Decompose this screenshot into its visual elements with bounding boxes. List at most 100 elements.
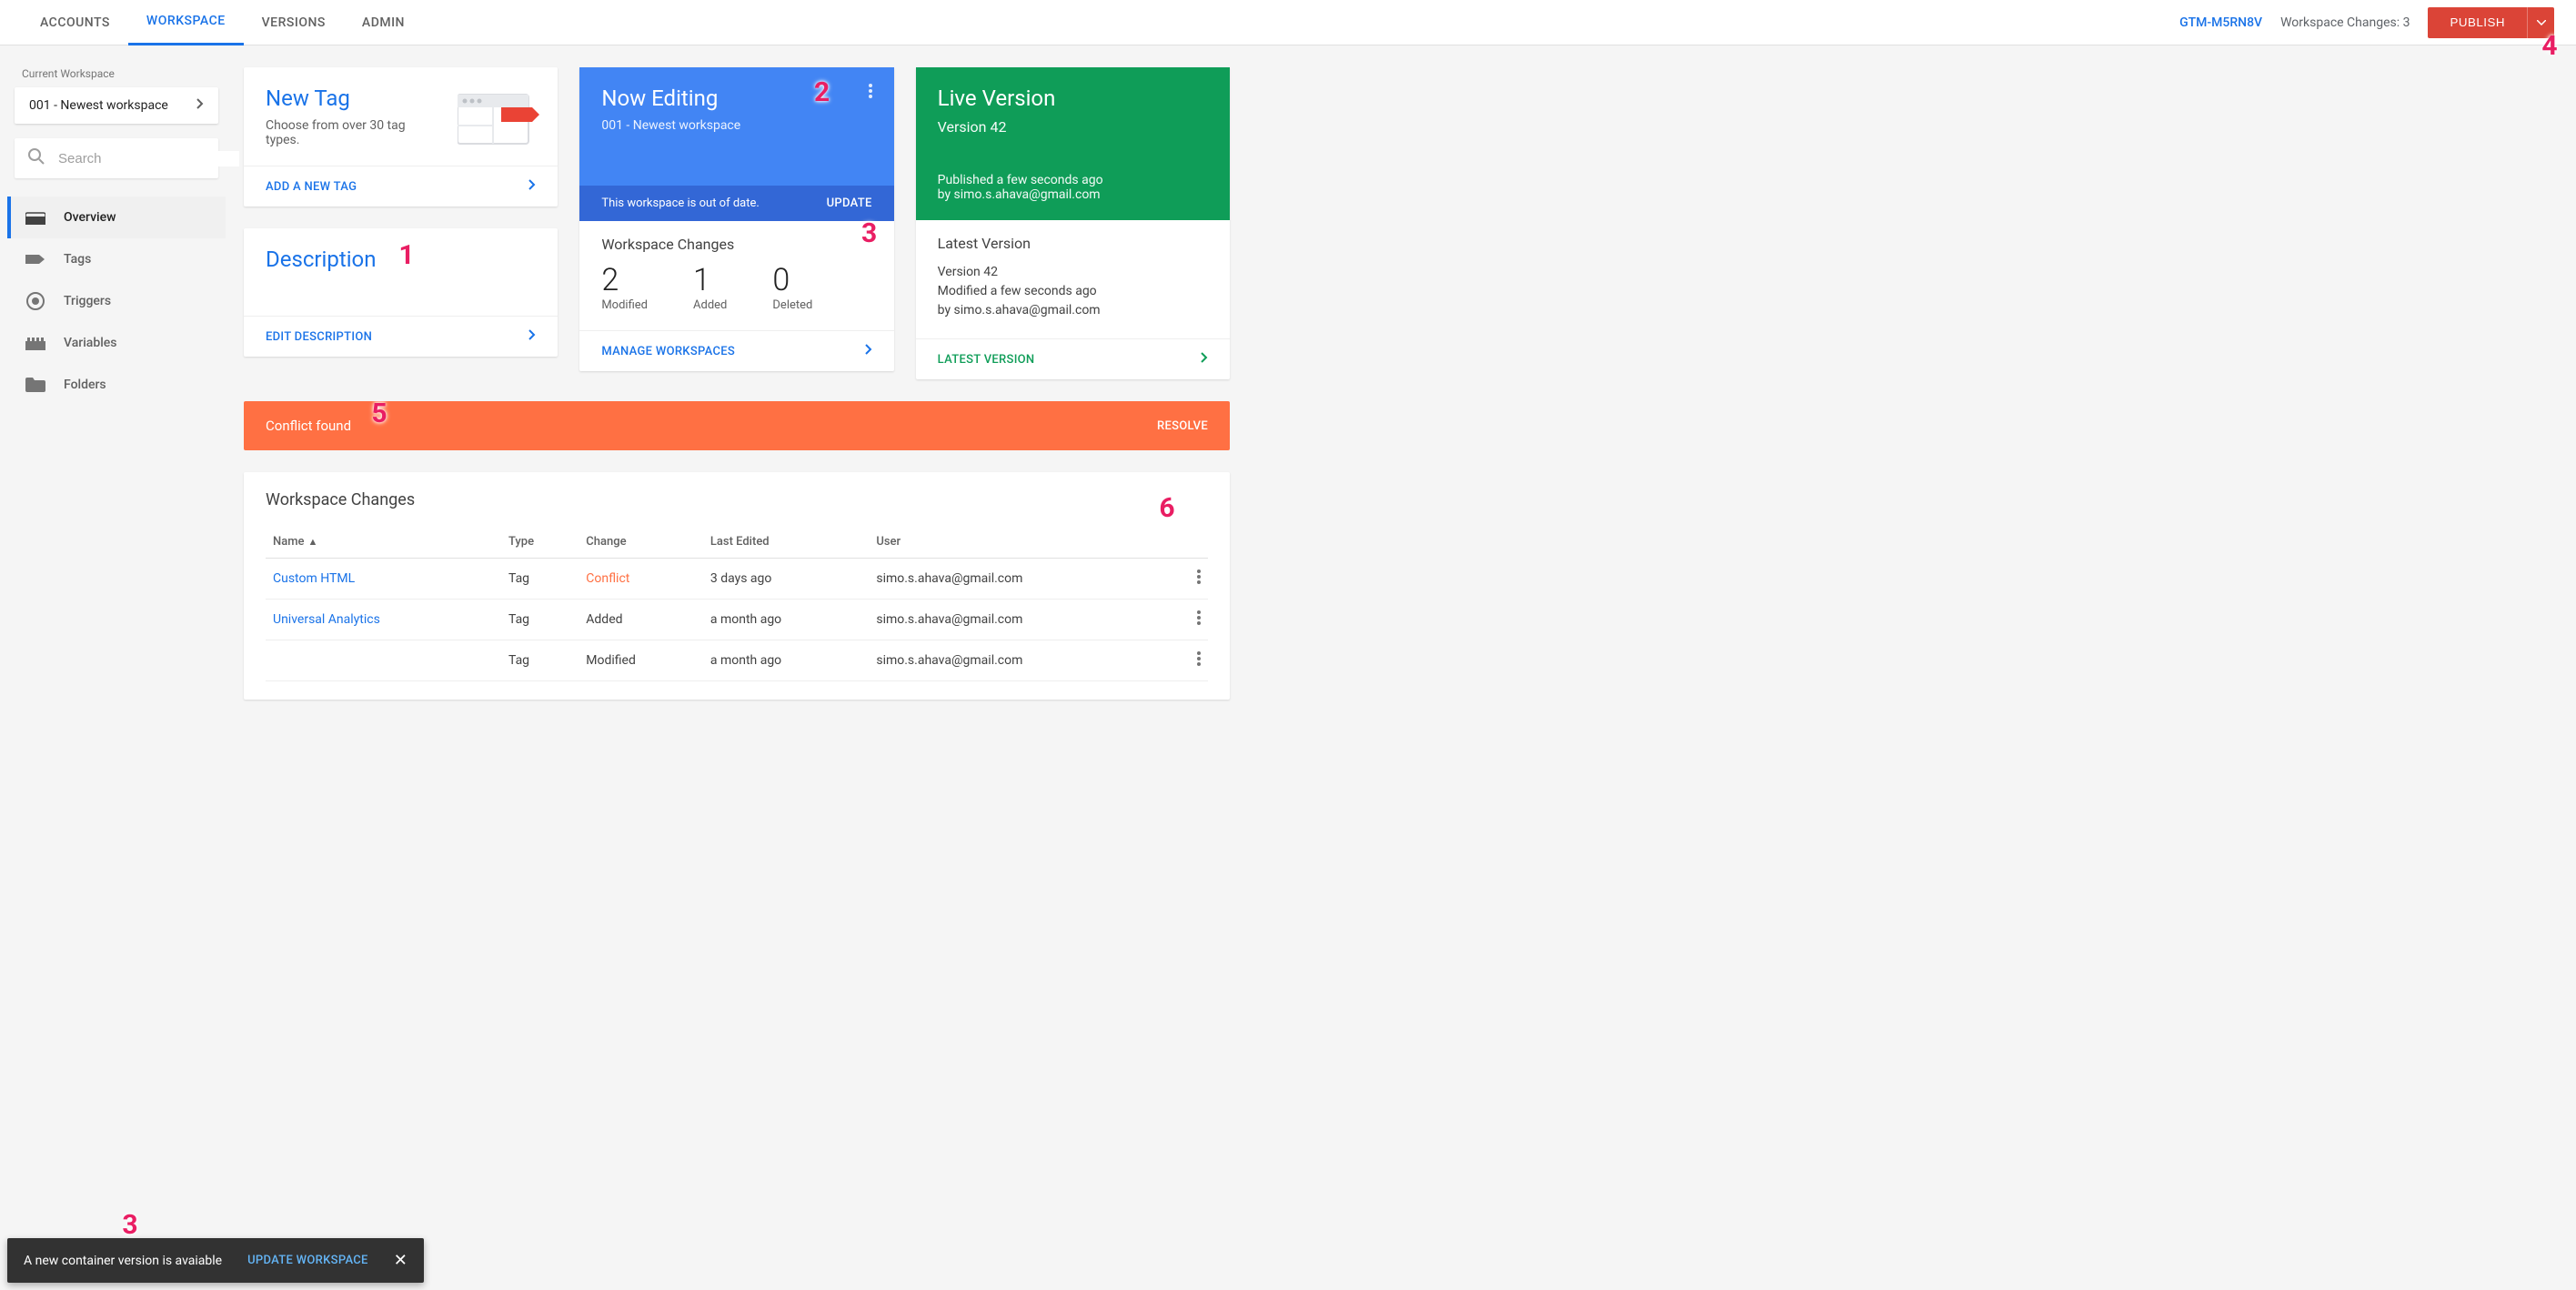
row-more-button[interactable] (1181, 559, 1208, 600)
chevron-right-icon (1201, 352, 1208, 367)
overview-icon (25, 209, 45, 226)
stat-modified-num: 2 (601, 262, 648, 298)
workspace-selector-value: 001 - Newest workspace (29, 98, 168, 113)
topnav: ACCOUNTS WORKSPACE VERSIONS ADMIN (22, 0, 423, 45)
more-vert-icon[interactable] (860, 80, 881, 102)
edit-description-button[interactable]: EDIT DESCRIPTION (244, 316, 558, 357)
conflict-banner: Conflict found RESOLVE 5 (244, 401, 1230, 450)
row-change: Conflict (579, 559, 703, 600)
sidebar-item-overview[interactable]: Overview (7, 197, 226, 238)
row-user: simo.s.ahava@gmail.com (869, 640, 1181, 681)
sidebar-label-overview: Overview (64, 210, 116, 225)
toast-update-workspace[interactable]: UPDATE WORKSPACE (247, 1254, 368, 1267)
sidebar-item-folders[interactable]: Folders (7, 364, 226, 406)
manage-workspaces-button[interactable]: MANAGE WORKSPACES (579, 330, 893, 371)
sidebar-label-variables: Variables (64, 336, 116, 350)
workspace-selector[interactable]: 001 - Newest workspace (15, 87, 218, 124)
live-version-title: Live Version (938, 86, 1208, 111)
toast-msg: A new container version is avaiable (24, 1254, 222, 1268)
table-title: Workspace Changes (266, 490, 1208, 509)
update-link[interactable]: UPDATE (827, 197, 872, 210)
row-user: simo.s.ahava@gmail.com (869, 559, 1181, 600)
resolve-button[interactable]: RESOLVE (1157, 419, 1208, 433)
stat-added-label: Added (693, 298, 727, 312)
latest-version-button[interactable]: LATEST VERSION (916, 338, 1230, 379)
conflict-msg: Conflict found (266, 418, 351, 434)
sidebar: Current Workspace 001 - Newest workspace… (0, 45, 233, 791)
sidebar-item-tags[interactable]: Tags (7, 238, 226, 280)
workspace-changes-table-card: Workspace Changes 6 Name▲ Type Change La… (244, 472, 1230, 700)
sidebar-item-triggers[interactable]: Triggers (7, 280, 226, 322)
stat-deleted-num: 0 (772, 262, 812, 298)
live-pub1: Published a few seconds ago (938, 173, 1208, 187)
row-last-edited: 3 days ago (703, 559, 869, 600)
row-name[interactable] (266, 640, 501, 681)
current-workspace-label: Current Workspace (7, 60, 226, 87)
changes-table: Name▲ Type Change Last Edited User Custo… (266, 526, 1208, 681)
col-last-edited[interactable]: Last Edited (703, 526, 869, 559)
add-new-tag-button[interactable]: ADD A NEW TAG (244, 166, 558, 207)
row-name[interactable]: Custom HTML (266, 559, 501, 600)
card-new-tag: New Tag Choose from over 30 tag types. (244, 67, 558, 207)
close-icon[interactable]: ✕ (394, 1251, 408, 1270)
row-name[interactable]: Universal Analytics (266, 600, 501, 640)
main-content: New Tag Choose from over 30 tag types. (233, 45, 1252, 791)
tab-workspace[interactable]: WORKSPACE (128, 0, 244, 45)
chevron-right-icon (196, 98, 204, 113)
publish-dropdown[interactable] (2527, 7, 2554, 38)
latest-version-heading: Latest Version (938, 235, 1208, 252)
stat-modified-label: Modified (601, 298, 648, 312)
row-more-button[interactable] (1181, 600, 1208, 640)
table-row: Custom HTMLTagConflict3 days agosimo.s.a… (266, 559, 1208, 600)
latest-v3: by simo.s.ahava@gmail.com (938, 301, 1208, 320)
row-last-edited: a month ago (703, 640, 869, 681)
card-description: Description 1 EDIT DESCRIPTION (244, 228, 558, 357)
chevron-right-icon (528, 329, 536, 344)
folder-icon (25, 377, 45, 393)
col-type[interactable]: Type (501, 526, 579, 559)
tab-admin[interactable]: ADMIN (344, 0, 423, 45)
sidebar-item-variables[interactable]: Variables (7, 322, 226, 364)
out-of-date-strip: This workspace is out of date. UPDATE (579, 186, 893, 221)
col-change[interactable]: Change (579, 526, 703, 559)
tab-versions[interactable]: VERSIONS (244, 0, 344, 45)
stat-deleted: 0 Deleted (772, 262, 812, 312)
card-live-version: Live Version Version 42 Published a few … (916, 67, 1230, 379)
out-of-date-msg: This workspace is out of date. (601, 197, 759, 210)
col-name[interactable]: Name▲ (266, 526, 501, 559)
tab-accounts[interactable]: ACCOUNTS (22, 0, 128, 45)
now-editing-sub: 001 - Newest workspace (601, 118, 871, 133)
annotation-3b: 3 (113, 1207, 147, 1242)
row-change: Added (579, 600, 703, 640)
row-change: Modified (579, 640, 703, 681)
variables-icon (25, 335, 45, 351)
more-vert-icon (1197, 610, 1201, 625)
search-icon (27, 147, 45, 169)
topbar-right: GTM-M5RN8V Workspace Changes: 3 PUBLISH … (2179, 7, 2554, 38)
row-more-button[interactable] (1181, 640, 1208, 681)
more-vert-icon (1197, 651, 1201, 666)
publish-button[interactable]: PUBLISH (2428, 7, 2527, 38)
latest-v2: Modified a few seconds ago (938, 282, 1208, 301)
toast-new-version: A new container version is avaiable UPDA… (7, 1238, 424, 1283)
triggers-icon (25, 293, 45, 309)
sidebar-nav: Overview Tags Triggers Variables (7, 197, 226, 406)
sidebar-label-triggers: Triggers (64, 294, 111, 308)
card-now-editing: Now Editing 001 - Newest workspace 2 Thi… (579, 67, 893, 371)
container-id-link[interactable]: GTM-M5RN8V (2179, 15, 2262, 30)
new-tag-illustration (458, 89, 539, 147)
workspace-changes-count: Workspace Changes: 3 (2280, 15, 2410, 30)
col-user[interactable]: User (869, 526, 1181, 559)
search-box[interactable] (15, 138, 218, 178)
chevron-right-icon (865, 344, 872, 358)
chevron-right-icon (528, 179, 536, 194)
stat-added: 1 Added (693, 262, 727, 312)
search-input[interactable] (58, 151, 239, 166)
sort-asc-icon: ▲ (308, 536, 318, 548)
live-pub2: by simo.s.ahava@gmail.com (938, 187, 1208, 202)
row-type: Tag (501, 600, 579, 640)
annotation-5: 5 (362, 396, 397, 430)
manage-workspaces-label: MANAGE WORKSPACES (601, 345, 735, 358)
workspace-changes-heading: Workspace Changes (601, 236, 871, 253)
latest-version-label: LATEST VERSION (938, 353, 1035, 367)
